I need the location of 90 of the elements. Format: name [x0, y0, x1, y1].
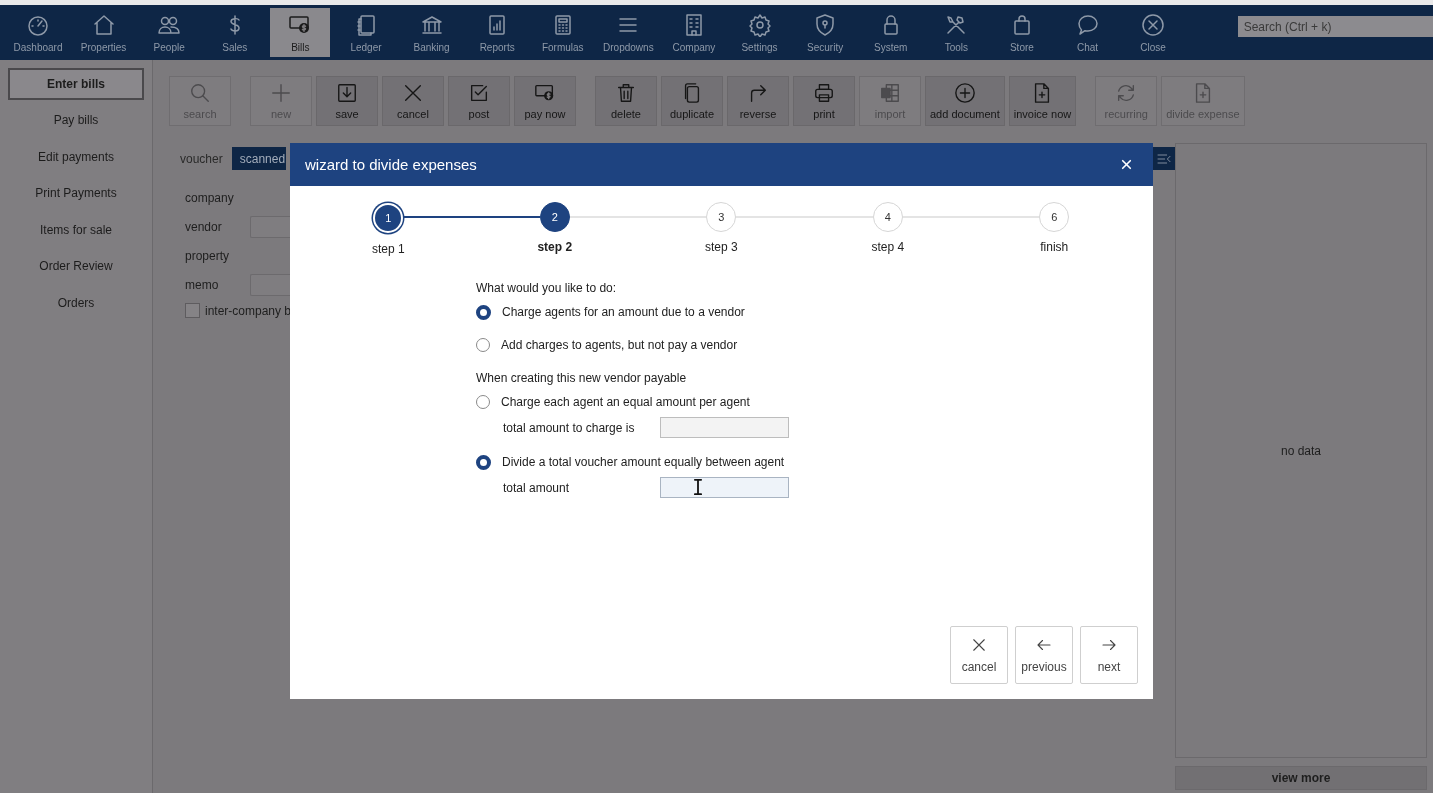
nav-item[interactable]: Close: [1123, 8, 1184, 57]
nav-item[interactable]: Store: [991, 8, 1052, 57]
field-label: company: [185, 191, 235, 205]
toolbar-button[interactable]: delete: [595, 76, 657, 126]
cross-icon: [402, 82, 424, 104]
toolbar-button[interactable]: pay now: [514, 76, 576, 126]
toolbar-button[interactable]: cancel: [382, 76, 444, 126]
radio-button[interactable]: [476, 304, 491, 320]
amount-field[interactable]: [660, 477, 789, 498]
input-field[interactable]: [250, 216, 290, 238]
nav-item[interactable]: Dropdowns: [598, 8, 659, 57]
sidebar-item[interactable]: Order Review: [8, 250, 144, 282]
nav-item[interactable]: People: [139, 8, 200, 57]
plus-icon: [270, 82, 292, 104]
radio-label: Charge agents for an amount due to a vendor: [502, 305, 745, 319]
step-label: finish: [1040, 240, 1069, 254]
view-more-button[interactable]: view more: [1175, 766, 1427, 790]
sidebar-item[interactable]: Print Payments: [8, 177, 144, 209]
nav-item[interactable]: Sales: [204, 8, 265, 57]
toolbar-button[interactable]: duplicate: [661, 76, 723, 126]
toolbar-button[interactable]: post: [448, 76, 510, 126]
checkbox[interactable]: [185, 303, 200, 318]
step-circle: 3: [706, 202, 737, 232]
step-circle: 4: [872, 202, 903, 232]
checkbox-label: inter-company b: [205, 303, 292, 318]
cross-icon: [970, 636, 988, 654]
radio-label: Charge each agent an equal amount per agent: [501, 395, 750, 409]
field-label: total amount to charge is: [503, 420, 636, 435]
toolbar-button[interactable]: reverse: [727, 76, 789, 126]
settings-icon: [747, 12, 772, 37]
search-icon: [189, 82, 211, 104]
text-cursor-icon: [692, 478, 704, 496]
close-icon: [1120, 158, 1133, 171]
step-label: step 4: [871, 240, 905, 254]
close-icon: [1141, 12, 1166, 37]
wizard-button[interactable]: next: [1080, 626, 1138, 684]
sidebar-item[interactable]: Orders: [8, 286, 144, 319]
nav-item[interactable]: Ledger: [335, 8, 396, 57]
field-label: vendor: [185, 220, 223, 234]
search-field[interactable]: Search (Ctrl + k): [1237, 16, 1433, 37]
nav-item[interactable]: Properties: [73, 8, 134, 57]
sidebar-item[interactable]: Items for sale: [8, 213, 144, 246]
form-tab[interactable]: voucher: [168, 147, 232, 170]
field-label: property: [185, 249, 231, 263]
add-circle-icon: [953, 82, 976, 104]
radio-button[interactable]: [476, 454, 491, 470]
nav-item[interactable]: Dashboard: [8, 8, 68, 57]
nav-item[interactable]: Banking: [401, 8, 462, 57]
radio-label: Add charges to agents, but not pay a vendor: [501, 338, 738, 352]
sidebar-item[interactable]: Enter bills: [8, 68, 144, 100]
sidebar-item[interactable]: Pay bills: [8, 104, 144, 136]
step-circle: 1: [373, 203, 404, 233]
toolbar-button[interactable]: invoice now: [1008, 76, 1077, 126]
amount-field[interactable]: [660, 417, 789, 438]
toolbar-button[interactable]: print: [793, 76, 855, 126]
nav-item[interactable]: Bills: [270, 8, 331, 57]
step-circle: 6: [1039, 202, 1070, 232]
step-label: step 3: [704, 240, 738, 254]
wizard-button[interactable]: cancel: [950, 626, 1008, 684]
step-label: step 1: [371, 242, 405, 256]
speech-bubble-icon: [1075, 12, 1100, 37]
form-tab[interactable]: scanned: [231, 147, 287, 170]
input-field[interactable]: [250, 274, 290, 296]
checkbox-icon: [468, 82, 490, 104]
section-heading: What would you like to do:: [476, 280, 618, 297]
nav-item[interactable]: Formulas: [532, 8, 593, 57]
nav-item[interactable]: Tools: [926, 8, 987, 57]
printer-icon: [813, 82, 835, 104]
nav-item[interactable]: Reports: [467, 8, 528, 57]
spreadsheet-icon: [879, 82, 901, 104]
empty-message: no data: [1280, 443, 1321, 458]
dialog-title: wizard to divide expenses: [305, 156, 477, 173]
step-label: step 2: [537, 240, 573, 254]
toolbar-button[interactable]: add document: [925, 76, 1005, 126]
radio-label: Divide a total voucher amount equally between agent: [502, 455, 785, 469]
nav-item[interactable]: Settings: [729, 8, 790, 57]
field-label: memo: [185, 278, 220, 292]
nav-item[interactable]: Company: [663, 8, 724, 57]
sidebar-item[interactable]: Edit payments: [8, 140, 144, 173]
step-circle: 2: [539, 202, 570, 232]
wizard-button[interactable]: previous: [1015, 626, 1073, 684]
field-label: total amount: [503, 480, 571, 495]
nav-item[interactable]: Security: [795, 8, 856, 57]
nav-item[interactable]: Chat: [1057, 8, 1118, 57]
toolbar-button[interactable]: save: [316, 76, 378, 126]
trash-icon: [615, 82, 637, 104]
section-heading: When creating this new vendor payable: [476, 370, 688, 387]
nav-item[interactable]: System: [860, 8, 921, 57]
house-icon: [91, 12, 116, 37]
save-icon: [336, 82, 358, 104]
